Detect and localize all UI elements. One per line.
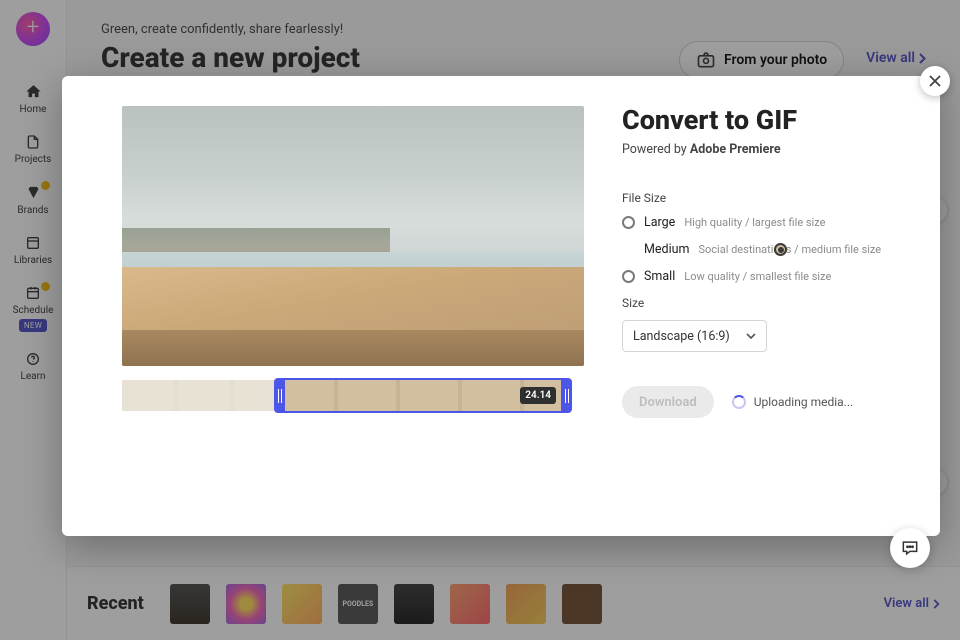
- uploading-status: Uploading media...: [732, 395, 853, 409]
- file-size-option-small[interactable]: Small Low quality / smallest file size: [622, 269, 900, 284]
- radio-icon: [622, 216, 635, 229]
- option-name: Medium: [644, 242, 689, 257]
- preview-column: 24.14: [62, 76, 622, 536]
- form-column: Convert to GIF Powered by Adobe Premiere…: [622, 76, 940, 536]
- trim-handle-right[interactable]: [561, 380, 572, 411]
- trim-handle-left[interactable]: [274, 380, 285, 411]
- chevron-down-icon: [746, 333, 756, 339]
- powered-by-text: Powered by Adobe Premiere: [622, 142, 900, 157]
- option-desc: Social destinations / medium file size: [698, 243, 881, 256]
- size-select[interactable]: Landscape (16:9): [622, 320, 767, 352]
- size-label: Size: [622, 296, 900, 310]
- spinner-icon: [732, 395, 746, 409]
- file-size-option-large[interactable]: Large High quality / largest file size: [622, 215, 900, 230]
- time-badge: 24.14: [520, 387, 556, 404]
- uploading-text: Uploading media...: [754, 395, 853, 409]
- option-desc: Low quality / smallest file size: [684, 270, 831, 283]
- download-button[interactable]: Download: [622, 386, 714, 418]
- help-button[interactable]: [890, 528, 930, 568]
- chat-icon: [900, 538, 920, 558]
- size-value: Landscape (16:9): [633, 329, 730, 344]
- modal-title: Convert to GIF: [622, 104, 900, 136]
- file-size-option-medium[interactable]: Medium Social destinations / medium file…: [622, 242, 900, 257]
- close-button[interactable]: [920, 66, 950, 96]
- radio-icon: [774, 243, 787, 256]
- convert-gif-modal: 24.14 Convert to GIF Powered by Adobe Pr…: [62, 76, 940, 536]
- option-desc: High quality / largest file size: [684, 216, 825, 229]
- trim-timeline[interactable]: 24.14: [122, 378, 572, 413]
- radio-icon: [622, 270, 635, 283]
- close-icon: [929, 75, 941, 87]
- video-preview[interactable]: [122, 106, 584, 366]
- file-size-label: File Size: [622, 191, 900, 205]
- option-name: Small: [644, 269, 675, 284]
- option-name: Large: [644, 215, 675, 230]
- trim-selection[interactable]: 24.14: [274, 378, 572, 413]
